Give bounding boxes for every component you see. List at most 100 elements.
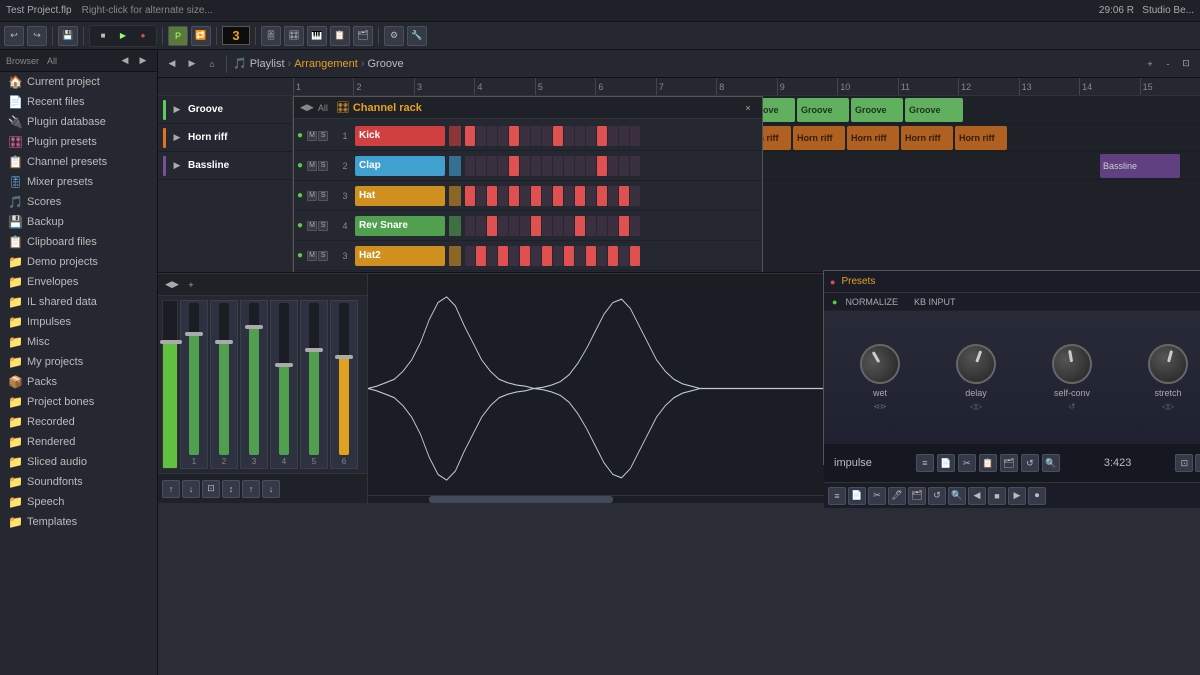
groove-block-9[interactable]: Groove: [797, 98, 849, 122]
pad-4-3[interactable]: [498, 246, 508, 266]
play-btn[interactable]: ▶: [114, 28, 132, 44]
ch-name-4[interactable]: Hat2: [355, 246, 445, 266]
pad-2-4[interactable]: [509, 186, 519, 206]
cv-zoom-in[interactable]: ⊕: [1195, 454, 1200, 472]
fader-knob-0[interactable]: [185, 332, 203, 336]
plugin-btn[interactable]: ⚙: [384, 26, 404, 46]
mc-3[interactable]: ⊡: [202, 480, 220, 498]
channel-rack-btn[interactable]: 🎛: [284, 26, 304, 46]
stretch-knob[interactable]: [1144, 340, 1193, 389]
pad-0-1[interactable]: [476, 126, 486, 146]
pad-0-6[interactable]: [531, 126, 541, 146]
horn-block-8[interactable]: Horn riff: [847, 126, 899, 150]
groove-block-11[interactable]: Groove: [905, 98, 963, 122]
pad-3-0[interactable]: [465, 216, 475, 236]
pad-4-6[interactable]: [531, 246, 541, 266]
cv-f5[interactable]: 🗂: [1000, 454, 1018, 472]
ch-solo-4[interactable]: S: [318, 251, 328, 261]
pad-2-6[interactable]: [531, 186, 541, 206]
ch-mute-0[interactable]: M: [307, 131, 317, 141]
cv-t10[interactable]: ▶: [1008, 487, 1026, 505]
pad-0-2[interactable]: [487, 126, 497, 146]
pad-4-8[interactable]: [553, 246, 563, 266]
fader-knob-5[interactable]: [335, 355, 353, 359]
pad-1-6[interactable]: [531, 156, 541, 176]
pad-0-4[interactable]: [509, 126, 519, 146]
sidebar-item-templates[interactable]: 📁Templates: [0, 512, 157, 532]
ch-mute-3[interactable]: M: [307, 221, 317, 231]
pad-3-7[interactable]: [542, 216, 552, 236]
sidebar-item-channel-presets[interactable]: 📋Channel presets: [0, 152, 157, 172]
pad-4-2[interactable]: [487, 246, 497, 266]
pad-1-0[interactable]: [465, 156, 475, 176]
pad-1-8[interactable]: [553, 156, 563, 176]
pad-2-15[interactable]: [630, 186, 640, 206]
sidebar-item-soundfonts[interactable]: 📁Soundfonts: [0, 472, 157, 492]
sidebar-item-mixer-presets[interactable]: 🎚Mixer presets: [0, 172, 157, 192]
pad-3-15[interactable]: [630, 216, 640, 236]
pad-4-4[interactable]: [509, 246, 519, 266]
cv-t9[interactable]: ■: [988, 487, 1006, 505]
pad-3-13[interactable]: [608, 216, 618, 236]
master-fader-knob[interactable]: [160, 340, 182, 344]
fader-knob-2[interactable]: [245, 325, 263, 329]
cv-t5[interactable]: 🗂: [908, 487, 926, 505]
tempo-display[interactable]: 3: [222, 26, 250, 45]
horn-block-7[interactable]: Horn riff: [793, 126, 845, 150]
pad-0-7[interactable]: [542, 126, 552, 146]
sidebar-item-il-shared-data[interactable]: 📁IL shared data: [0, 292, 157, 312]
sidebar-item-plugin-presets[interactable]: 🎛Plugin presets: [0, 132, 157, 152]
pad-1-7[interactable]: [542, 156, 552, 176]
pad-4-1[interactable]: [476, 246, 486, 266]
pad-0-5[interactable]: [520, 126, 530, 146]
horn-block-9[interactable]: Horn riff: [901, 126, 953, 150]
pad-4-0[interactable]: [465, 246, 475, 266]
pad-4-13[interactable]: [608, 246, 618, 266]
pad-0-11[interactable]: [586, 126, 596, 146]
save-btn[interactable]: 💾: [58, 26, 78, 46]
zoom-in[interactable]: +: [1142, 56, 1158, 72]
ch-solo-0[interactable]: S: [318, 131, 328, 141]
mixer-add[interactable]: +: [183, 277, 199, 293]
settings-btn[interactable]: 🔧: [407, 26, 427, 46]
sidebar-item-my-projects[interactable]: 📁My projects: [0, 352, 157, 372]
ch-mute-4[interactable]: M: [307, 251, 317, 261]
pad-3-1[interactable]: [476, 216, 486, 236]
pad-1-4[interactable]: [509, 156, 519, 176]
pad-1-12[interactable]: [597, 156, 607, 176]
playlist-btn[interactable]: 📋: [330, 26, 350, 46]
playlist-crumb[interactable]: 🎵 Playlist: [233, 57, 285, 70]
pad-0-12[interactable]: [597, 126, 607, 146]
pad-0-14[interactable]: [619, 126, 629, 146]
cv-f6[interactable]: ↺: [1021, 454, 1039, 472]
mixer-nav[interactable]: ◀▶: [164, 277, 180, 293]
selfconv-knob[interactable]: [1049, 341, 1095, 387]
groove-block-10[interactable]: Groove: [851, 98, 903, 122]
sidebar-item-recent-files[interactable]: 📄Recent files: [0, 92, 157, 112]
pad-3-3[interactable]: [498, 216, 508, 236]
ch-mute-1[interactable]: M: [307, 161, 317, 171]
sidebar-item-sliced-audio[interactable]: 📁Sliced audio: [0, 452, 157, 472]
pad-0-15[interactable]: [630, 126, 640, 146]
pad-2-11[interactable]: [586, 186, 596, 206]
loop-btn[interactable]: 🔁: [191, 26, 211, 46]
sidebar-item-misc[interactable]: 📁Misc: [0, 332, 157, 352]
sidebar-item-envelopes[interactable]: 📁Envelopes: [0, 272, 157, 292]
sub-home[interactable]: ⌂: [204, 56, 220, 72]
pad-2-2[interactable]: [487, 186, 497, 206]
pad-1-15[interactable]: [630, 156, 640, 176]
arrangement-crumb[interactable]: Arrangement: [294, 58, 358, 70]
ch-name-2[interactable]: Hat: [355, 186, 445, 206]
track-expand-2[interactable]: ▶: [169, 158, 185, 174]
mc-5[interactable]: ↑: [242, 480, 260, 498]
pad-3-9[interactable]: [564, 216, 574, 236]
cv-t1[interactable]: ≡: [828, 487, 846, 505]
ch-name-0[interactable]: Kick: [355, 126, 445, 146]
ch-solo-1[interactable]: S: [318, 161, 328, 171]
sidebar-item-clipboard-files[interactable]: 📋Clipboard files: [0, 232, 157, 252]
pad-1-2[interactable]: [487, 156, 497, 176]
pad-3-2[interactable]: [487, 216, 497, 236]
pad-4-11[interactable]: [586, 246, 596, 266]
mc-2[interactable]: ↓: [182, 480, 200, 498]
cv-t6[interactable]: ↺: [928, 487, 946, 505]
